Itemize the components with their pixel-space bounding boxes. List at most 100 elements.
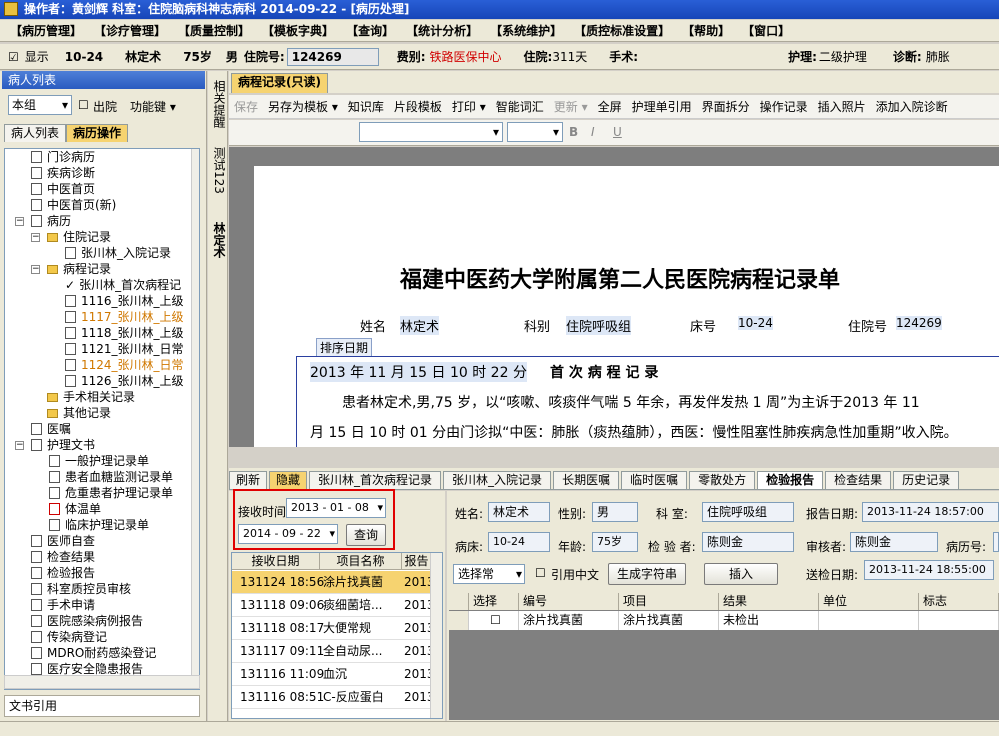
- tree-item[interactable]: 传染病登记: [31, 629, 107, 645]
- menu-query[interactable]: 【查询】: [340, 21, 400, 41]
- tree-item[interactable]: 手术申请: [31, 597, 95, 613]
- tab-exam-results[interactable]: 检查结果: [825, 471, 892, 489]
- table-row[interactable]: 131118 09:06痰细菌培...2013: [232, 594, 432, 617]
- tree-item[interactable]: 医嘱: [31, 421, 71, 437]
- tab-first-progress[interactable]: 张川林_首次病程记录: [309, 471, 442, 489]
- col-receive-date[interactable]: 接收日期: [232, 553, 320, 570]
- select-mode[interactable]: 选择常 ▾: [453, 564, 525, 584]
- split-view-button[interactable]: 界面拆分: [702, 98, 750, 115]
- tree-item[interactable]: 手术相关记录: [47, 389, 135, 405]
- tab-long-term-orders[interactable]: 长期医嘱: [553, 471, 620, 489]
- col-code[interactable]: 编号: [519, 593, 619, 610]
- test-tab[interactable]: 测试123: [208, 135, 228, 205]
- tree-item[interactable]: 中医首页(新): [31, 197, 116, 213]
- col-select[interactable]: 选择: [469, 593, 519, 610]
- tab-lab-report[interactable]: 检验报告: [757, 471, 824, 489]
- bold-icon[interactable]: B: [569, 125, 578, 139]
- operation-log-button[interactable]: 操作记录: [760, 98, 808, 115]
- tree-item[interactable]: 检验报告: [31, 565, 95, 581]
- cite-cn-checkbox[interactable]: ☐: [535, 566, 546, 580]
- tab-patient-list[interactable]: 病人列表: [4, 124, 67, 142]
- tree-scrollbar[interactable]: [191, 149, 199, 689]
- tree-item[interactable]: − 护理文书: [15, 437, 95, 453]
- italic-icon[interactable]: I: [591, 125, 595, 139]
- nursing-cite-button[interactable]: 护理单引用: [632, 98, 692, 115]
- tree-item[interactable]: ✓ 张川林_首次病程记: [65, 277, 181, 293]
- document-page[interactable]: 福建中医药大学附属第二人民医院病程记录单 姓名 林定术 科别 住院呼吸组 床号 …: [254, 166, 999, 447]
- menu-quality[interactable]: 【质量控制】: [172, 21, 256, 41]
- tree-item[interactable]: 其他记录: [47, 405, 111, 421]
- reminder-tab[interactable]: 相关提醒: [208, 73, 228, 135]
- tree-item[interactable]: − 病历: [15, 213, 71, 229]
- tree-item[interactable]: 危重患者护理记录单: [49, 485, 173, 501]
- tree-item[interactable]: 疾病诊断: [31, 165, 95, 181]
- table-row[interactable]: 131124 18:56涂片找真菌2013: [232, 571, 432, 594]
- table-row[interactable]: 131116 08:51C-反应蛋白2013: [232, 686, 432, 709]
- col-item-name[interactable]: 项目名称: [320, 553, 402, 570]
- generate-string-button[interactable]: 生成字符串: [608, 563, 686, 585]
- tree-item[interactable]: 医师自查: [31, 533, 95, 549]
- tree-item[interactable]: 科室质控员审核: [31, 581, 131, 597]
- knowledge-base-button[interactable]: 知识库: [348, 98, 384, 115]
- menu-qc-standard[interactable]: 【质控标准设置】: [568, 21, 676, 41]
- function-key-button[interactable]: 功能键 ▾: [130, 98, 176, 115]
- tree-hscrollbar[interactable]: [4, 675, 200, 689]
- tab-prescription[interactable]: 零散处方: [689, 471, 756, 489]
- tree-item[interactable]: 体温单: [49, 501, 101, 517]
- doc-citation[interactable]: 文书引用: [4, 695, 200, 717]
- table-row[interactable]: 131117 09:11全自动尿...2013: [232, 640, 432, 663]
- tree-item[interactable]: MDRO耐药感染登记: [31, 645, 156, 661]
- tree-item[interactable]: 1116_张川林_上级: [65, 293, 184, 309]
- save-button[interactable]: 保存: [234, 98, 258, 115]
- tree-item[interactable]: 1118_张川林_上级: [65, 325, 184, 341]
- smart-words-button[interactable]: 智能词汇: [496, 98, 544, 115]
- table-row[interactable]: 131116 11:09血沉2013: [232, 663, 432, 686]
- col-flag[interactable]: 标志: [919, 593, 999, 610]
- menu-system[interactable]: 【系统维护】: [484, 21, 568, 41]
- save-as-template-button[interactable]: 另存为模板 ▾: [268, 98, 338, 115]
- menu-template[interactable]: 【模板字典】: [256, 21, 340, 41]
- print-button[interactable]: 打印 ▾: [452, 98, 486, 115]
- tab-record-ops[interactable]: 病历操作: [66, 124, 129, 142]
- menu-treatment[interactable]: 【诊疗管理】: [88, 21, 172, 41]
- tree-item[interactable]: 患者血糖监测记录单: [49, 469, 173, 485]
- add-admission-diagnosis-button[interactable]: 添加入院诊断: [876, 98, 948, 115]
- tree-item[interactable]: − 病程记录: [31, 261, 111, 277]
- fullscreen-button[interactable]: 全屏: [598, 98, 622, 115]
- grid-scrollbar[interactable]: [430, 553, 442, 718]
- tree-item[interactable]: − 住院记录: [31, 229, 111, 245]
- patient-tab[interactable]: 林定术: [208, 215, 228, 265]
- font-size-select[interactable]: ▾: [507, 122, 563, 142]
- refresh-tab[interactable]: 刷新: [229, 471, 268, 489]
- show-checkbox[interactable]: ☑: [8, 50, 19, 64]
- result-select-checkbox[interactable]: ☐: [469, 611, 519, 630]
- insert-button[interactable]: 插入: [704, 563, 778, 585]
- col-result[interactable]: 结果: [719, 593, 819, 610]
- col-unit[interactable]: 单位: [819, 593, 919, 610]
- insert-photo-button[interactable]: 插入照片: [818, 98, 866, 115]
- col-item[interactable]: 项目: [619, 593, 719, 610]
- tree-item[interactable]: 医院感染病例报告: [31, 613, 143, 629]
- tree-item[interactable]: 一般护理记录单: [49, 453, 149, 469]
- tree-item[interactable]: 张川林_入院记录: [65, 245, 171, 261]
- tree-item[interactable]: 1126_张川林_上级: [65, 373, 184, 389]
- hide-tab[interactable]: 隐藏: [269, 471, 308, 489]
- tree-item[interactable]: 中医首页: [31, 181, 95, 197]
- tab-history[interactable]: 历史记录: [893, 471, 960, 489]
- font-select[interactable]: ▾: [359, 122, 503, 142]
- tree-item[interactable]: 临床护理记录单: [49, 517, 149, 533]
- menu-stats[interactable]: 【统计分析】: [400, 21, 484, 41]
- tree-item[interactable]: 1124_张川林_日常: [65, 357, 184, 373]
- tab-admission-record[interactable]: 张川林_入院记录: [443, 471, 552, 489]
- menu-record[interactable]: 【病历管理】: [4, 21, 88, 41]
- tab-progress-note[interactable]: 病程记录(只读): [231, 73, 328, 93]
- snippet-template-button[interactable]: 片段模板: [394, 98, 442, 115]
- tree-item[interactable]: 门诊病历: [31, 149, 95, 165]
- tab-temp-orders[interactable]: 临时医嘱: [621, 471, 688, 489]
- underline-icon[interactable]: U: [613, 125, 622, 139]
- tree-item[interactable]: 检查结果: [31, 549, 95, 565]
- discharged-checkbox[interactable]: ☐: [78, 98, 89, 112]
- menu-window[interactable]: 【窗口】: [736, 21, 796, 41]
- col-report[interactable]: 报告: [402, 553, 432, 570]
- tree-item[interactable]: 1117_张川林_上级: [65, 309, 184, 325]
